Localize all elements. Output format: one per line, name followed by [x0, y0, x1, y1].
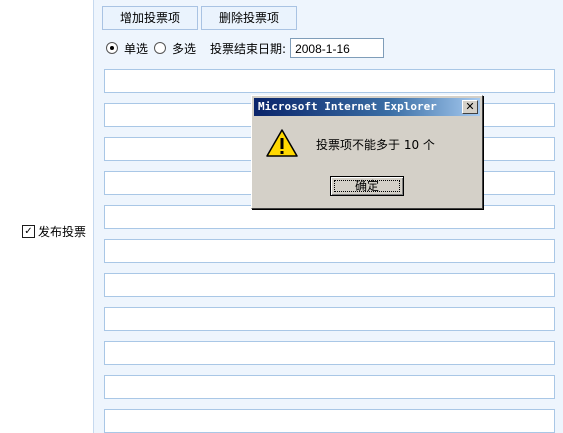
- publish-vote-label: 发布投票: [38, 225, 87, 239]
- vote-item-input[interactable]: [104, 69, 555, 93]
- left-label-column: [0, 0, 93, 433]
- vote-item-input[interactable]: [104, 307, 555, 331]
- vote-item-input[interactable]: [104, 273, 555, 297]
- vote-options-row: 单选 多选 投票结束日期: 2008-1-16: [106, 38, 385, 58]
- end-date-label: 投票结束日期:: [210, 41, 287, 56]
- end-date-input[interactable]: 2008-1-16: [290, 38, 385, 58]
- vote-item-input[interactable]: [104, 341, 555, 365]
- dialog-message: 投票项不能多于 10 个: [316, 138, 435, 152]
- vote-item-input[interactable]: [104, 409, 555, 433]
- close-icon[interactable]: ✕: [462, 100, 478, 114]
- multi-choice-label: 多选: [172, 41, 197, 56]
- single-choice-radio[interactable]: [106, 42, 118, 54]
- warning-icon: [266, 129, 298, 157]
- vote-item-input[interactable]: [104, 375, 555, 399]
- dialog-title: Microsoft Internet Explorer: [254, 98, 480, 116]
- delete-vote-item-button[interactable]: 删除投票项: [201, 6, 297, 30]
- ok-button[interactable]: 确定: [330, 176, 404, 196]
- multi-choice-radio[interactable]: [154, 42, 167, 54]
- single-choice-label: 单选: [124, 41, 149, 56]
- alert-dialog: Microsoft Internet Explorer ✕ 投票项不能多于 10…: [251, 95, 483, 209]
- vote-item-input[interactable]: [104, 239, 555, 263]
- ok-button-label: 确定: [354, 179, 379, 193]
- add-vote-item-button[interactable]: 增加投票项: [102, 6, 198, 30]
- publish-vote-checkbox[interactable]: ✓: [22, 225, 35, 238]
- publish-vote-option[interactable]: ✓ 发布投票: [22, 223, 86, 240]
